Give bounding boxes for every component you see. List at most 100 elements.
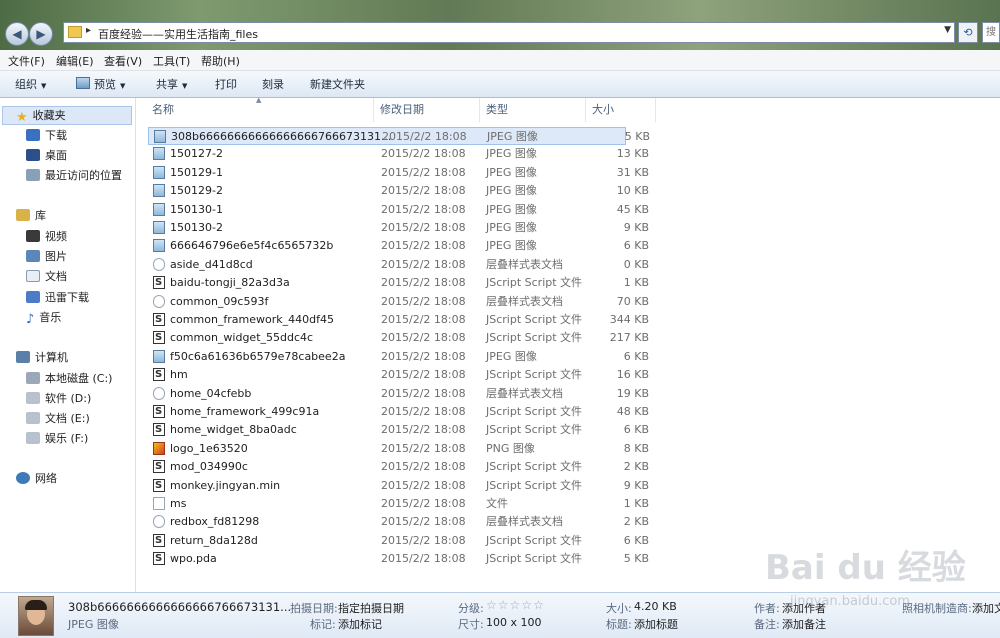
file-name: baidu-tongji_82a3d3a (170, 276, 290, 290)
nav-item-videos[interactable]: 视频 (26, 227, 67, 246)
column-header-type[interactable]: 类型 (480, 98, 586, 122)
nav-item-pictures[interactable]: 图片 (26, 247, 67, 266)
menu-file[interactable]: 文件(F) (8, 53, 45, 69)
file-type: JPEG 图像 (486, 349, 537, 363)
nav-item-music[interactable]: ♪ 音乐 (26, 308, 61, 327)
jpeg-file-icon (153, 184, 165, 198)
nav-item-documents[interactable]: 文档 (26, 267, 67, 286)
file-type: JScript Script 文件 (486, 460, 583, 474)
star-outline-icon[interactable]: ☆ (498, 598, 509, 612)
file-row[interactable]: ms 2015/2/2 18:08 文件 1 KB (148, 495, 1000, 513)
file-row[interactable]: home_04cfebb 2015/2/2 18:08 层叠样式表文档 19 KB (148, 385, 1000, 403)
file-row[interactable]: f50c6a61636b6579e78cabee2a 2015/2/2 18:08… (148, 348, 1000, 366)
nav-drive-d[interactable]: 软件 (D:) (26, 389, 91, 408)
nav-computer[interactable]: 计算机 (16, 348, 68, 367)
new-folder-button[interactable]: 新建文件夹 (310, 76, 365, 92)
menu-view[interactable]: 查看(V) (104, 53, 142, 69)
nav-item-downloads[interactable]: 下载 (26, 126, 67, 145)
file-name: 308b66666666666666666766673131... (171, 130, 392, 143)
star-outline-icon[interactable]: ☆ (486, 598, 497, 612)
file-row[interactable]: 150129-2 2015/2/2 18:08 JPEG 图像 10 KB (148, 182, 1000, 200)
file-size: 19 KB (616, 386, 649, 400)
breadcrumb-chevron-icon[interactable]: ▸ (86, 25, 91, 36)
details-filename: 308b6666666666666666766673131... (68, 600, 292, 614)
file-size: 2 KB (623, 515, 649, 529)
rating-stars[interactable]: ☆☆☆☆☆ (486, 598, 545, 612)
file-row[interactable]: mod_034990c 2015/2/2 18:08 JScript Script … (148, 458, 1000, 476)
file-row[interactable]: home_widget_8ba0adc 2015/2/2 18:08 JScript… (148, 421, 1000, 439)
nav-label: 文档 (45, 270, 67, 283)
file-type: JScript Script 文件 (486, 478, 583, 492)
details-taken-value[interactable]: 指定拍摄日期 (338, 600, 404, 616)
css-file-icon (153, 515, 165, 529)
details-comment-value[interactable]: 添加备注 (782, 616, 826, 632)
file-row[interactable]: aside_d41d8cd 2015/2/2 18:08 层叠样式表文档 0 KB (148, 256, 1000, 274)
nav-library[interactable]: 库 (16, 206, 46, 225)
file-size: 5 KB (623, 552, 649, 566)
file-row[interactable]: baidu-tongji_82a3d3a 2015/2/2 18:08 JScrip… (148, 274, 1000, 292)
details-maker-value[interactable]: 添加文 (972, 600, 1000, 616)
file-size: 6 KB (623, 239, 649, 253)
column-header-date[interactable]: 修改日期 (374, 98, 480, 122)
file-size: 9 KB (623, 221, 649, 234)
address-dropdown-icon[interactable]: ▼ (944, 25, 951, 35)
nav-drive-f[interactable]: 娱乐 (F:) (26, 429, 88, 448)
details-author-label: 作者: (754, 602, 780, 615)
nav-item-recent[interactable]: 最近访问的位置 (26, 166, 122, 185)
refresh-icon: ⟲ (963, 26, 973, 39)
file-row[interactable]: 308b66666666666666666766673131... 2015/2/… (148, 127, 650, 145)
star-outline-icon[interactable]: ☆ (533, 598, 544, 612)
drive-icon (26, 412, 40, 424)
nav-favorites[interactable]: ★ 收藏夹 (16, 106, 66, 125)
file-row[interactable]: 150127-2 2015/2/2 18:08 JPEG 图像 13 KB (148, 145, 1000, 163)
nav-item-thunder-downloads[interactable]: 迅雷下载 (26, 288, 89, 307)
js-file-icon (153, 550, 165, 568)
file-row[interactable]: 150130-2 2015/2/2 18:08 JPEG 图像 9 KB (148, 219, 1000, 237)
menu-edit[interactable]: 编辑(E) (56, 53, 94, 69)
column-header-name[interactable]: 名称 (146, 98, 374, 122)
file-date: 2015/2/2 18:08 (382, 130, 467, 143)
details-tags-value[interactable]: 添加标记 (338, 616, 382, 632)
file-row[interactable]: monkey.jingyan.min 2015/2/2 18:08 JScript … (148, 477, 1000, 495)
star-outline-icon[interactable]: ☆ (510, 598, 521, 612)
menu-help[interactable]: 帮助(H) (201, 53, 240, 69)
share-button[interactable]: 共享 ▼ (156, 76, 187, 92)
menu-tools[interactable]: 工具(T) (153, 53, 190, 69)
file-row[interactable]: hm 2015/2/2 18:08 JScript Script 文件 16 KB (148, 366, 1000, 384)
breadcrumb-path[interactable]: 百度经验——实用生活指南_files (98, 26, 258, 42)
file-row[interactable]: 150130-1 2015/2/2 18:08 JPEG 图像 45 KB (148, 201, 1000, 219)
file-row[interactable]: 150129-1 2015/2/2 18:08 JPEG 图像 31 KB (148, 164, 1000, 182)
back-button[interactable]: ◀ (5, 22, 29, 46)
burn-button[interactable]: 刻录 (262, 76, 284, 92)
search-input[interactable]: 搜 (982, 22, 1000, 43)
nav-label: 视频 (45, 230, 67, 243)
file-row[interactable]: 666646796e6e5f4c6565732b 2015/2/2 18:08 JP… (148, 237, 1000, 255)
file-name: monkey.jingyan.min (170, 478, 281, 492)
file-row[interactable]: common_09c593f 2015/2/2 18:08 层叠样式表文档 70 KB (148, 293, 1000, 311)
file-row[interactable]: home_framework_499c91a 2015/2/2 18:08 JScr… (148, 403, 1000, 421)
nav-drive-c[interactable]: 本地磁盘 (C:) (26, 369, 112, 388)
css-file-icon (153, 386, 165, 400)
file-row[interactable]: common_framework_440df45 2015/2/2 18:08 JS… (148, 311, 1000, 329)
file-row[interactable]: logo_1e63520 2015/2/2 18:08 PNG 图像 8 KB (148, 440, 1000, 458)
file-row[interactable]: common_widget_55ddc4c 2015/2/2 18:08 JScri… (148, 329, 1000, 347)
details-title-value[interactable]: 添加标题 (634, 616, 678, 632)
refresh-button[interactable]: ⟲ (958, 22, 978, 43)
nav-drive-e[interactable]: 文档 (E:) (26, 409, 90, 428)
file-size: 5 KB (624, 130, 650, 143)
column-header-size[interactable]: 大小 (586, 98, 656, 122)
preview-button[interactable]: 预览 ▼ (76, 76, 125, 92)
file-thumbnail (18, 596, 54, 636)
nav-network[interactable]: 网络 (16, 469, 57, 488)
js-file-icon (153, 532, 165, 550)
details-dim-value: 100 x 100 (486, 616, 542, 629)
organize-button[interactable]: 组织 ▼ (15, 76, 46, 92)
nav-label: 网络 (35, 472, 57, 485)
nav-item-desktop[interactable]: 桌面 (26, 146, 67, 165)
address-bar[interactable]: ▸ 百度经验——实用生活指南_files ▼ (63, 22, 955, 43)
file-date: 2015/2/2 18:08 (381, 165, 466, 179)
print-button[interactable]: 打印 (215, 76, 237, 92)
forward-button[interactable]: ▶ (29, 22, 53, 46)
star-outline-icon[interactable]: ☆ (521, 598, 532, 612)
file-row[interactable]: redbox_fd81298 2015/2/2 18:08 层叠样式表文档 2 KB (148, 513, 1000, 531)
